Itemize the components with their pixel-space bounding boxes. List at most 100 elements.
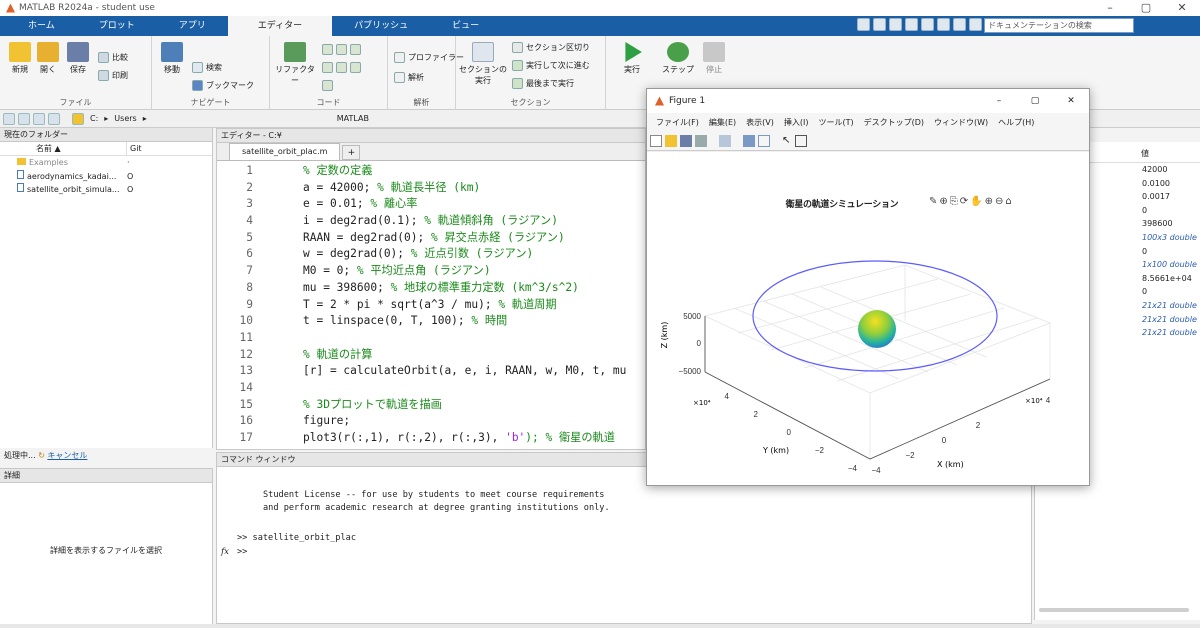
section-break-button[interactable]: セクション区切り [512,42,590,53]
figure-minimize-button[interactable]: – [981,96,1017,106]
code-line[interactable]: 15 % 3Dプロットで軌道を描画 [217,397,645,414]
code-line[interactable]: 14 [217,380,645,397]
cut-icon[interactable] [873,18,886,31]
code-area[interactable]: 1 % 定数の定義 2 a = 42000; % 軌道長半径 (km) 3 e = 0.0… [217,161,645,447]
documentation-search-input[interactable]: ドキュメンテーションの検索 [984,18,1134,33]
list-item[interactable]: satellite_orbit_simula... O [0,183,212,197]
workspace-value[interactable]: 0 [1139,204,1200,218]
run-and-advance-button[interactable]: 実行して次に進む [512,60,590,71]
rotate-icon[interactable]: ⟳ [960,196,968,207]
browse-folder-icon[interactable] [48,112,60,125]
up-folder-icon[interactable] [33,112,45,125]
analyze-button[interactable]: 解析 [394,72,424,83]
code-line[interactable]: 6 w = deg2rad(0); % 近点引数 (ラジアン) [217,246,645,263]
undo-icon[interactable] [921,18,934,31]
git-column-header[interactable]: Git [126,142,142,155]
new-tab-button[interactable]: + [342,145,361,160]
code-line[interactable]: 13 [r] = calculateOrbit(a, e, i, RAAN, w,… [217,363,645,380]
figure-menu-item[interactable]: 挿入(I) [779,117,814,128]
run-button[interactable]: 実行 [612,42,652,75]
breadcrumb-users[interactable]: Users [114,114,136,123]
pan-icon[interactable]: ✋ [970,196,982,207]
workspace-value[interactable]: 398600 [1139,217,1200,231]
forward-icon[interactable] [18,112,30,125]
workspace-value[interactable]: 21x21 double [1139,299,1200,313]
zoom-in-icon[interactable]: ⊕ [985,196,993,207]
tab-editor[interactable]: エディター [227,16,333,36]
code-line[interactable]: 5 RAAN = deg2rad(0); % 昇交点赤経 (ラジアン) [217,230,645,247]
workspace-value[interactable]: 0.0017 [1139,190,1200,204]
workspace-value[interactable]: 42000 [1139,163,1200,177]
refactor-button[interactable]: リファクター [272,42,318,86]
tab-view[interactable]: ビュー [430,16,501,36]
indent-icon[interactable] [322,62,361,73]
tab-satellite-orbit-plac[interactable]: satellite_orbit_plac.m [229,143,341,160]
code-line[interactable]: 2 a = 42000; % 軌道長半径 (km) [217,180,645,197]
code-line[interactable]: 4 i = deg2rad(0.1); % 軌道傾斜角 (ラジアン) [217,213,645,230]
print-figure-icon[interactable] [695,134,707,147]
tab-plots[interactable]: プロット [77,16,157,36]
code-line[interactable]: 8 mu = 398600; % 地球の標準重力定数 (km^3/s^2) [217,280,645,297]
code-line[interactable]: 9 T = 2 * pi * sqrt(a^3 / mu); % 軌道周期 [217,297,645,314]
close-button[interactable]: ✕ [1164,0,1200,16]
comment-icon[interactable] [322,44,361,55]
run-section-button[interactable]: セクションの実行 [458,42,508,86]
orbit-plot[interactable]: 5000 0 −5000 −4 −2 0 2 4 −4 −2 0 2 4 Z (km) X (km) Y… [647,207,1089,487]
workspace-value[interactable]: 0 [1139,245,1200,259]
maximize-button[interactable]: ▢ [1128,0,1164,16]
figure-maximize-button[interactable]: ▢ [1017,96,1053,106]
brush-icon[interactable]: ✎ [929,196,937,207]
new-figure-icon[interactable] [650,134,662,147]
colorbar-icon[interactable] [743,134,755,147]
back-icon[interactable] [3,112,15,125]
workspace-value[interactable]: 0.0100 [1139,177,1200,191]
format-icon[interactable] [322,80,333,91]
minimize-button[interactable]: – [1092,0,1128,16]
bookmark-button[interactable]: ブックマーク [192,80,254,91]
figure-menu-item[interactable]: 表示(V) [741,117,779,128]
workspace-value[interactable]: 1x100 double [1139,258,1200,272]
save-icon[interactable] [857,18,870,31]
pointer-icon[interactable]: ↖ [782,135,792,147]
breadcrumb-drive[interactable]: C: [90,114,98,123]
tab-apps[interactable]: アプリ [157,16,228,36]
code-line[interactable]: 17 plot3(r(:,1), r(:,2), r(:,3), 'b'); % … [217,430,645,447]
help-icon[interactable] [969,18,982,31]
figure-menu-item[interactable]: 編集(E) [704,117,741,128]
figure-menu-item[interactable]: ツール(T) [813,117,858,128]
print-button[interactable]: 印刷 [98,70,128,81]
step-button[interactable]: ステップ [658,42,698,75]
redo-icon[interactable] [937,18,950,31]
compare-button[interactable]: 比較 [98,52,128,63]
find-button[interactable]: 検索 [192,62,222,73]
code-line[interactable]: 16 figure; [217,413,645,430]
export-icon[interactable]: ⎘ [950,196,958,207]
figure-close-button[interactable]: ✕ [1053,96,1089,106]
horizontal-scrollbar[interactable] [1039,608,1189,612]
figure-menu-item[interactable]: デスクトップ(D) [859,117,929,128]
fx-icon[interactable]: fx [221,545,229,559]
open-file-icon[interactable] [665,134,677,147]
code-line[interactable]: 12 % 軌道の計算 [217,347,645,364]
code-line[interactable]: 1 % 定数の定義 [217,163,645,180]
legend-icon[interactable] [758,134,770,147]
save-figure-icon[interactable] [680,134,692,147]
run-to-end-button[interactable]: 最後まで実行 [512,78,574,89]
figure-canvas[interactable]: 衛星の軌道シミュレーション ✎ ⊕ ⎘ ⟳ ✋ ⊕ ⊖ ⌂ 5000 0 −50… [647,152,1089,485]
list-item[interactable]: Examples · [0,156,212,170]
figure-menu-item[interactable]: ファイル(F) [651,117,704,128]
code-line[interactable]: 3 e = 0.01; % 離心率 [217,196,645,213]
zoom-out-icon[interactable]: ⊖ [995,196,1003,207]
figure-menu-item[interactable]: ヘルプ(H) [993,117,1039,128]
workspace-value[interactable]: 100x3 double [1139,231,1200,245]
go-to-button[interactable]: 移動 [152,42,192,75]
figure-menu-item[interactable]: ウィンドウ(W) [929,117,993,128]
paste-icon[interactable] [905,18,918,31]
workspace-value[interactable]: 0 [1139,285,1200,299]
tab-publish[interactable]: パブリッシュ [332,16,430,36]
profiler-button[interactable]: プロファイラー [394,52,464,63]
code-line[interactable]: 10 t = linspace(0, T, 100); % 時間 [217,313,645,330]
property-inspector-icon[interactable] [795,134,807,147]
data-tip-icon[interactable]: ⊕ [939,196,947,207]
code-line[interactable]: 7 M0 = 0; % 平均近点角 (ラジアン) [217,263,645,280]
